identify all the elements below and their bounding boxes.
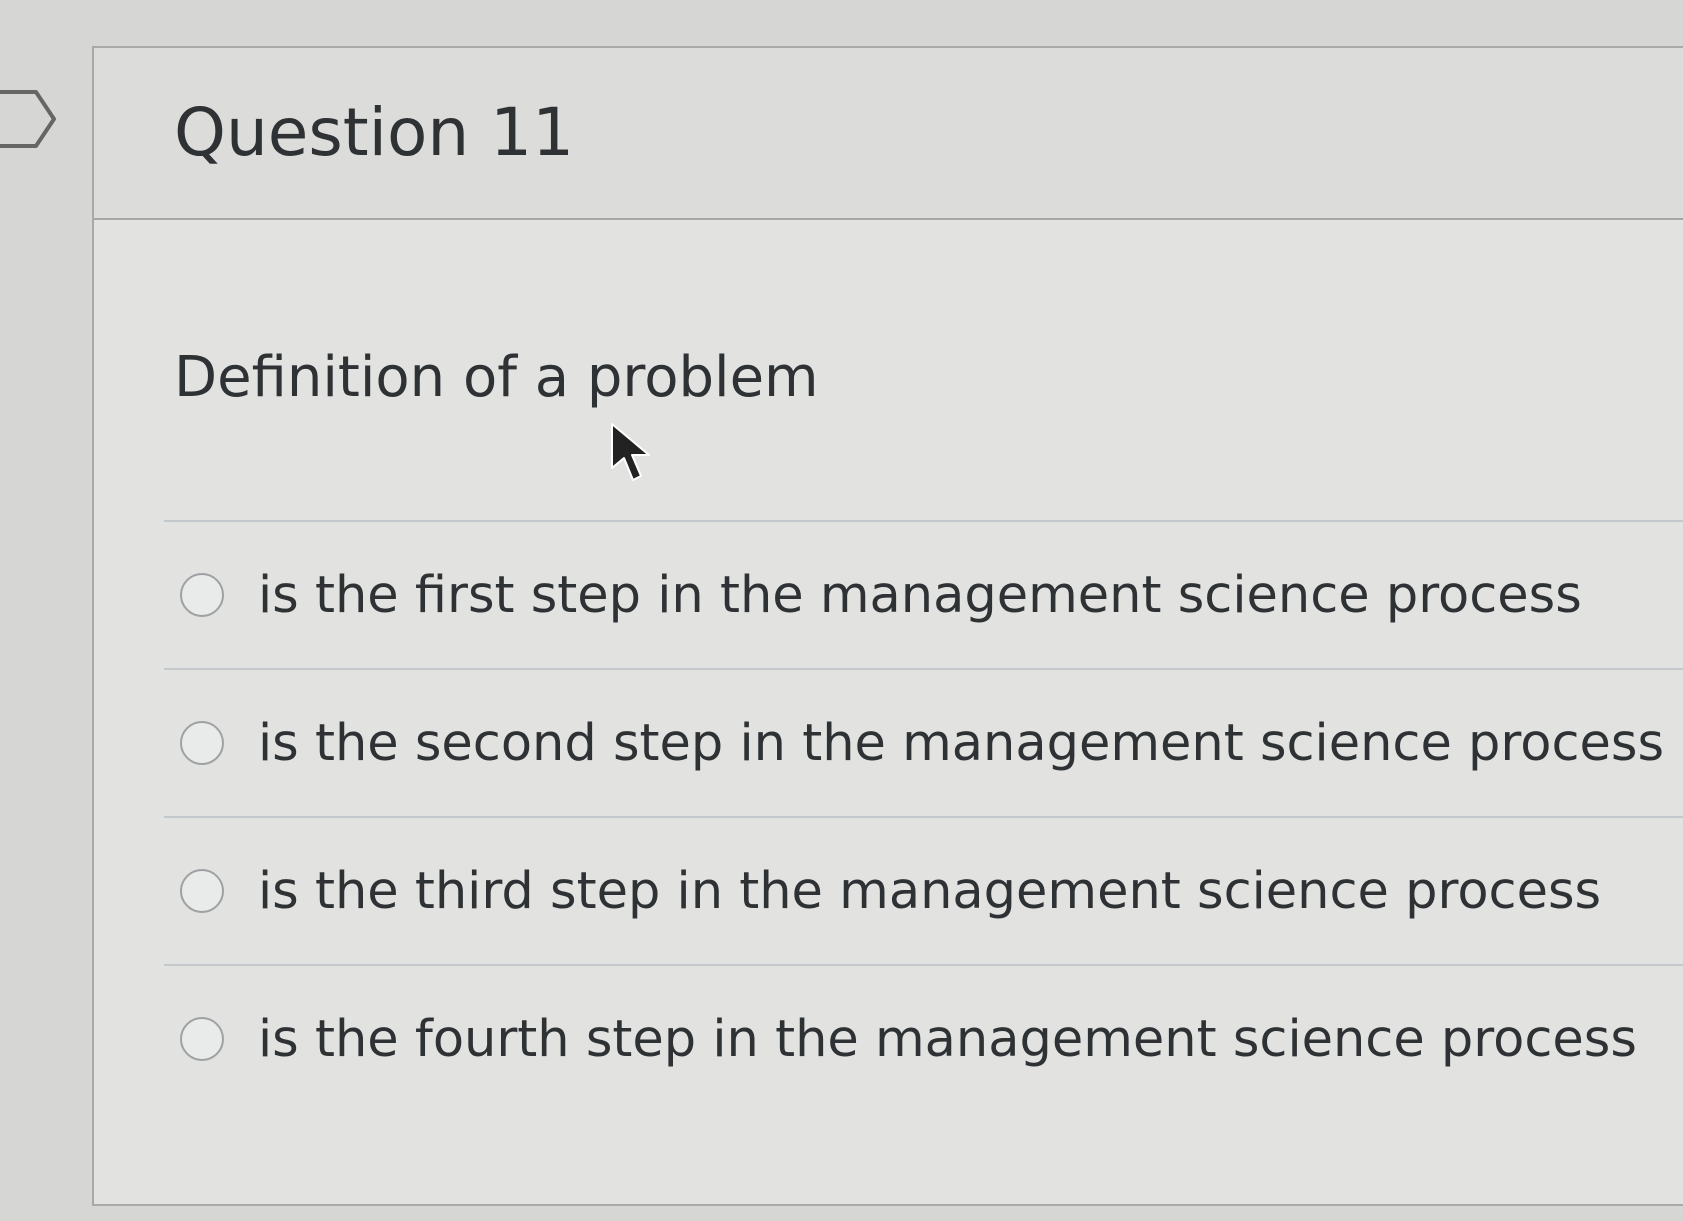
answer-option-3[interactable]: is the third step in the management scie… xyxy=(164,816,1683,964)
answer-option-1[interactable]: is the first step in the management scie… xyxy=(164,520,1683,668)
answer-option-2[interactable]: is the second step in the management sci… xyxy=(164,668,1683,816)
question-card: Question 11 Definition of a problem is t… xyxy=(92,46,1683,1206)
question-text: Definition of a problem xyxy=(174,345,819,410)
answer-label[interactable]: is the fourth step in the management sci… xyxy=(258,1014,1637,1065)
answer-label[interactable]: is the second step in the management sci… xyxy=(258,718,1664,769)
answer-list: is the first step in the management scie… xyxy=(164,520,1683,1112)
answer-label[interactable]: is the third step in the management scie… xyxy=(258,866,1601,917)
answer-label[interactable]: is the first step in the management scie… xyxy=(258,570,1582,621)
radio-button-icon[interactable] xyxy=(180,1017,224,1061)
question-title: Question 11 xyxy=(174,94,575,171)
mouse-pointer-icon xyxy=(611,423,650,481)
question-header: Question 11 xyxy=(94,48,1683,220)
radio-button-icon[interactable] xyxy=(180,869,224,913)
flag-question-icon[interactable] xyxy=(0,86,56,152)
answer-option-4[interactable]: is the fourth step in the management sci… xyxy=(164,964,1683,1112)
radio-button-icon[interactable] xyxy=(180,721,224,765)
radio-button-icon[interactable] xyxy=(180,573,224,617)
